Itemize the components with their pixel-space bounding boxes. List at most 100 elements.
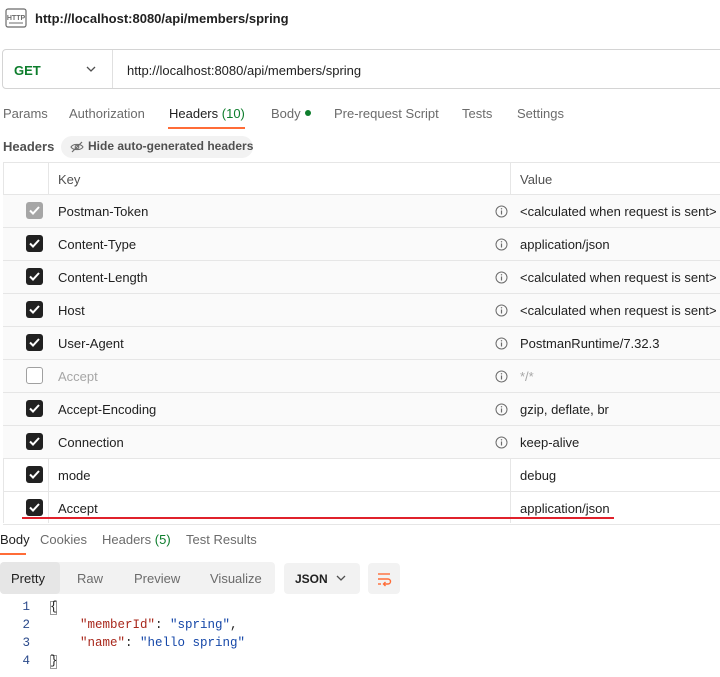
row-checkbox[interactable] <box>26 268 43 285</box>
json-comma: , <box>230 618 238 632</box>
info-icon[interactable] <box>495 436 508 449</box>
line-number: 2 <box>22 618 30 632</box>
row-checkbox[interactable] <box>26 499 43 516</box>
tab-body[interactable]: Body <box>271 106 311 121</box>
table-row: User-Agent PostmanRuntime/7.32.3 <box>3 327 720 360</box>
info-icon[interactable] <box>495 271 508 284</box>
header-value: keep-alive <box>520 435 580 450</box>
column-header-key: Key <box>58 172 81 187</box>
tab-params[interactable]: Params <box>3 106 48 121</box>
code-brace-open: { <box>50 600 58 614</box>
info-icon[interactable] <box>495 238 508 251</box>
headers-section-label: Headers <box>3 139 55 154</box>
tab-authorization[interactable]: Authorization <box>69 106 145 121</box>
info-icon[interactable] <box>495 337 508 350</box>
response-tab-headers-count: (5) <box>154 532 171 547</box>
tab-headers-count: (10) <box>221 106 245 121</box>
code-brace-close: } <box>50 654 58 668</box>
view-visualize[interactable]: Visualize <box>210 571 262 586</box>
response-active-tab-indicator <box>0 553 26 555</box>
tab-pre-request-script[interactable]: Pre-request Script <box>334 106 439 121</box>
table-row: Content-Type application/json <box>3 228 720 261</box>
view-pretty[interactable]: Pretty <box>11 571 45 586</box>
response-tab-body[interactable]: Body <box>0 532 30 547</box>
header-value: <calculated when request is sent> <box>520 270 717 285</box>
tab-settings[interactable]: Settings <box>517 106 564 121</box>
header-key: Content-Length <box>58 270 148 285</box>
json-key: "memberId" <box>80 618 156 632</box>
code-line: 3 "name": "hello spring" <box>0 636 720 654</box>
header-value[interactable]: application/json <box>520 501 610 516</box>
json-sep: : <box>155 618 171 632</box>
header-value: gzip, deflate, br <box>520 402 609 417</box>
row-checkbox[interactable] <box>26 301 43 318</box>
row-checkbox[interactable] <box>26 466 43 483</box>
line-number: 3 <box>22 636 30 650</box>
http-request-icon: HTTP <box>5 8 27 28</box>
line-number: 4 <box>22 654 30 668</box>
header-key: Host <box>58 303 85 318</box>
header-key: Content-Type <box>58 237 137 252</box>
code-field: "name": "hello spring" <box>80 636 245 650</box>
response-body-code[interactable]: 1 { 2 "memberId": "spring", 3 "name": "h… <box>0 600 720 675</box>
tab-headers-label: Headers <box>169 106 219 121</box>
row-checkbox[interactable] <box>26 367 43 384</box>
info-icon[interactable] <box>495 403 508 416</box>
view-raw[interactable]: Raw <box>77 571 103 586</box>
table-row: Connection keep-alive <box>3 426 720 459</box>
info-icon[interactable] <box>495 370 508 383</box>
table-row: Accept */* <box>3 360 720 393</box>
tab-headers[interactable]: Headers (10) <box>169 106 245 121</box>
response-tab-test-results[interactable]: Test Results <box>186 532 257 547</box>
header-key: Accept <box>58 369 98 384</box>
header-value: PostmanRuntime/7.32.3 <box>520 336 660 351</box>
format-select-label: JSON <box>295 572 328 586</box>
chevron-down-icon[interactable] <box>86 64 96 74</box>
method-select[interactable]: GET <box>14 63 41 78</box>
header-key[interactable]: Accept <box>58 501 98 516</box>
svg-text:HTTP: HTTP <box>7 15 26 22</box>
header-value: */* <box>520 369 534 384</box>
tab-tests[interactable]: Tests <box>462 106 492 121</box>
active-tab-indicator <box>168 127 245 129</box>
header-key[interactable]: mode <box>58 468 91 483</box>
header-key: User-Agent <box>58 336 124 351</box>
info-icon[interactable] <box>495 304 508 317</box>
wrap-lines-icon <box>378 573 392 587</box>
view-preview[interactable]: Preview <box>134 571 180 586</box>
response-tab-cookies[interactable]: Cookies <box>40 532 87 547</box>
table-row: Accept-Encoding gzip, deflate, br <box>3 393 720 426</box>
response-tab-headers[interactable]: Headers (5) <box>102 532 171 547</box>
code-line: 2 "memberId": "spring", <box>0 618 720 636</box>
body-indicator-dot <box>304 110 311 116</box>
headers-table: Key Value Postman-Token <calculated when… <box>3 162 720 525</box>
tab-body-label: Body <box>271 106 301 121</box>
table-row: Postman-Token <calculated when request i… <box>3 195 720 228</box>
url-divider <box>112 50 113 88</box>
request-title[interactable]: http://localhost:8080/api/members/spring <box>35 11 289 26</box>
row-checkbox[interactable] <box>26 202 43 219</box>
json-key: "name" <box>80 636 126 650</box>
header-value[interactable]: debug <box>520 468 556 483</box>
row-checkbox[interactable] <box>26 235 43 252</box>
line-number: 1 <box>22 600 30 614</box>
json-sep: : <box>125 636 141 650</box>
json-value: "hello spring" <box>140 636 246 650</box>
table-row: Content-Length <calculated when request … <box>3 261 720 294</box>
header-key: Postman-Token <box>58 204 149 219</box>
row-checkbox[interactable] <box>26 400 43 417</box>
row-checkbox[interactable] <box>26 334 43 351</box>
row-checkbox[interactable] <box>26 433 43 450</box>
url-input[interactable]: http://localhost:8080/api/members/spring <box>127 63 361 78</box>
response-tab-headers-label: Headers <box>102 532 152 547</box>
column-header-value: Value <box>520 172 553 187</box>
code-line: 4 } <box>0 654 720 672</box>
table-row: Host <calculated when request is sent> <box>3 294 720 327</box>
table-row: Accept application/json <box>3 492 720 525</box>
table-header-row: Key Value <box>3 162 720 195</box>
eye-off-icon <box>70 141 84 153</box>
header-value: <calculated when request is sent> <box>520 204 717 219</box>
json-value: "spring" <box>170 618 231 632</box>
info-icon[interactable] <box>495 205 508 218</box>
header-key: Accept-Encoding <box>58 402 157 417</box>
